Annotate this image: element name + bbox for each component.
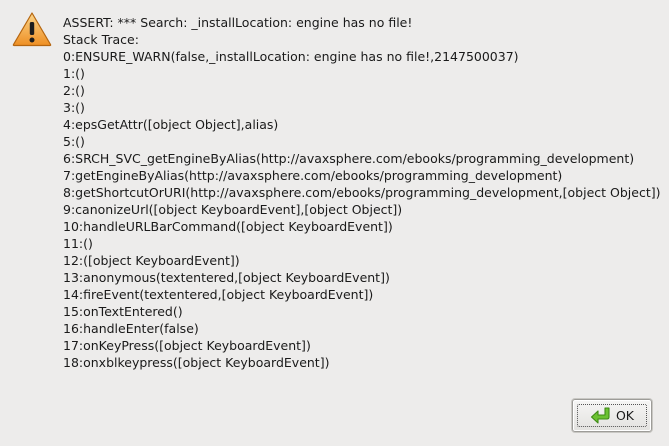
trace-line: 1:() — [63, 66, 85, 81]
trace-line: 16:handleEnter(false) — [63, 321, 199, 336]
trace-line: 0:ENSURE_WARN(false,_installLocation: en… — [63, 49, 519, 64]
assert-dialog: ASSERT: *** Search: _installLocation: en… — [0, 0, 669, 446]
trace-line: 3:() — [63, 100, 85, 115]
focus-ring — [577, 404, 647, 427]
assert-title: ASSERT: *** Search: _installLocation: en… — [63, 15, 413, 30]
warning-icon — [12, 11, 52, 47]
trace-line: 6:SRCH_SVC_getEngineByAlias(http://avaxs… — [63, 151, 635, 166]
trace-line: 15:onTextEntered() — [63, 304, 183, 319]
trace-line: 10:handleURLBarCommand([object KeyboardE… — [63, 219, 393, 234]
trace-line: 8:getShortcutOrURI(http://avaxsphere.com… — [63, 185, 661, 200]
ok-arrow-icon — [590, 406, 612, 426]
trace-line: 4:epsGetAttr([object Object],alias) — [63, 117, 279, 132]
trace-line: 18:onxblkeypress([object KeyboardEvent]) — [63, 355, 330, 370]
trace-line: 12:([object KeyboardEvent]) — [63, 253, 240, 268]
trace-line: 5:() — [63, 134, 85, 149]
stack-trace-header: Stack Trace: — [63, 32, 139, 47]
message-area: ASSERT: *** Search: _installLocation: en… — [63, 14, 663, 371]
trace-line: 13:anonymous(textentered,[object Keyboar… — [63, 270, 390, 285]
trace-line: 17:onKeyPress([object KeyboardEvent]) — [63, 338, 311, 353]
trace-line: 2:() — [63, 83, 85, 98]
trace-line: 14:fireEvent(textentered,[object Keyboar… — [63, 287, 374, 302]
ok-button[interactable]: OK — [572, 399, 652, 432]
trace-line: 7:getEngineByAlias(http://avaxsphere.com… — [63, 168, 563, 183]
ok-button-label: OK — [615, 408, 635, 423]
trace-line: 11:() — [63, 236, 93, 251]
trace-line: 9:canonizeUrl([object KeyboardEvent],[ob… — [63, 202, 403, 217]
